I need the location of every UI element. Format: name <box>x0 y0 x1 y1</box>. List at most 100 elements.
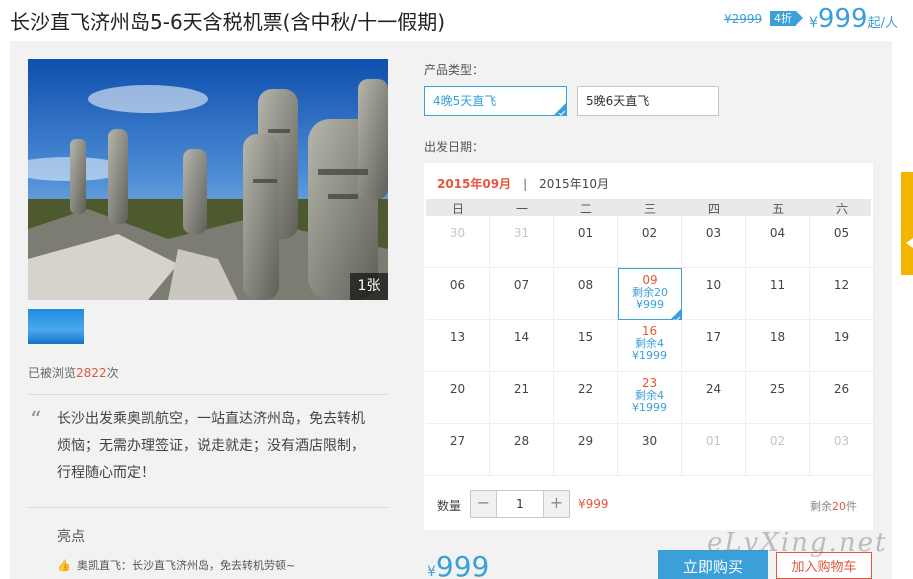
calendar-day: 30 <box>426 216 490 268</box>
day-number: 30 <box>641 434 658 448</box>
day-number: 17 <box>705 330 722 344</box>
weekday-label: 日 <box>451 202 464 216</box>
calendar-day: 06 <box>426 268 490 320</box>
day-number: 22 <box>577 382 594 396</box>
day-number: 03 <box>833 434 850 448</box>
day-number: 13 <box>449 330 466 344</box>
calendar-day: 19 <box>810 320 874 372</box>
calendar-day[interactable]: 16 剩余4 ¥1999 <box>618 320 682 372</box>
side-toolbar-tab[interactable] <box>901 172 913 275</box>
calendar-day: 15 <box>554 320 618 372</box>
day-number: 02 <box>641 226 658 240</box>
day-number: 08 <box>577 278 594 292</box>
month-separator: | <box>523 177 528 191</box>
unit-price: ¥999 <box>578 497 609 511</box>
stock-suffix: 件 <box>846 500 857 513</box>
day-number: 31 <box>513 226 530 240</box>
views-number: 2822 <box>76 366 107 380</box>
day-number: 01 <box>705 434 722 448</box>
quantity-input[interactable]: 1 <box>497 491 543 517</box>
day-number: 09 <box>642 273 658 287</box>
weekday-header: 日一二三四五六 <box>426 199 871 216</box>
calendar-day: 26 <box>810 372 874 424</box>
calendar-day: 30 <box>618 424 682 476</box>
product-type-label: 产品类型： <box>424 63 485 77</box>
day-price: ¥1999 <box>632 401 667 414</box>
day-number: 15 <box>577 330 594 344</box>
stock-prefix: 剩余 <box>810 500 832 513</box>
product-type-option-4n5d[interactable]: 4晚5天直飞 <box>424 86 567 116</box>
calendar-day: 03 <box>810 424 874 476</box>
calendar-day: 07 <box>490 268 554 320</box>
day-number: 20 <box>449 382 466 396</box>
highlight-text: 奥凯直飞：长沙直飞济州岛，免去转机劳顿~ <box>77 559 296 572</box>
original-price: ¥2999 <box>724 12 763 26</box>
main-photo[interactable]: 1张 <box>28 59 388 300</box>
highlight-item: 👍 奥凯直飞：长沙直飞济州岛，免去转机劳顿~ <box>57 557 295 573</box>
photo-thumbnail[interactable] <box>28 309 84 344</box>
calendar-day: 13 <box>426 320 490 372</box>
calendar-day: 03 <box>682 216 746 268</box>
day-number: 14 <box>513 330 530 344</box>
calendar-day: 01 <box>682 424 746 476</box>
day-number: 18 <box>769 330 786 344</box>
calendar-day: 14 <box>490 320 554 372</box>
month-switcher: 2015年09月 | 2015年10月 <box>437 175 609 192</box>
views-prefix: 已被浏览 <box>28 366 77 380</box>
day-number: 05 <box>833 226 850 240</box>
calendar-day: 05 <box>810 216 874 268</box>
day-number: 11 <box>769 278 786 292</box>
page-title: 长沙直飞济州岛5-6天含税机票(含中秋/十一假期) <box>10 10 446 34</box>
month-tab-oct-2015[interactable]: 2015年10月 <box>539 177 609 191</box>
quote-icon: “ <box>30 408 42 433</box>
total-price: ¥999 <box>427 550 489 579</box>
highlights-title: 亮点 <box>57 529 85 545</box>
day-price: ¥1999 <box>632 349 667 362</box>
stone-statues-photo <box>28 59 388 300</box>
divider <box>28 507 388 508</box>
month-tab-sep-2015[interactable]: 2015年09月 <box>437 177 511 191</box>
day-number: 07 <box>513 278 530 292</box>
views-suffix: 次 <box>106 366 119 380</box>
quantity-increase-button[interactable]: + <box>543 491 569 517</box>
weekday-label: 五 <box>771 202 784 216</box>
day-number: 10 <box>705 278 722 292</box>
weekday-label: 一 <box>515 202 528 216</box>
calendar-day: 08 <box>554 268 618 320</box>
weekday-label: 六 <box>835 202 848 216</box>
calendar-day: 04 <box>746 216 810 268</box>
calendar-day: 20 <box>426 372 490 424</box>
selected-check-icon <box>554 103 566 115</box>
day-number: 28 <box>513 434 530 448</box>
selected-check-icon <box>671 309 681 319</box>
day-number: 04 <box>769 226 786 240</box>
day-number: 26 <box>833 382 850 396</box>
calendar-day: 27 <box>426 424 490 476</box>
current-price: ¥999起/人 <box>809 4 898 34</box>
day-number: 02 <box>769 434 786 448</box>
divider <box>28 394 388 395</box>
departure-calendar: 2015年09月 | 2015年10月 日 一 二 三 四 五 六 30 31 01 02 03 04 05… <box>424 163 874 530</box>
calendar-day[interactable]: 23 剩余4 ¥1999 <box>618 372 682 424</box>
view-count: 已被浏览2822次 <box>28 364 119 381</box>
calendar-day: 28 <box>490 424 554 476</box>
price-currency: ¥ <box>809 15 818 31</box>
weekday-label: 三 <box>643 202 656 216</box>
calendar-day: 17 <box>682 320 746 372</box>
day-number: 23 <box>641 376 658 390</box>
calendar-day: 29 <box>554 424 618 476</box>
calendar-day: 24 <box>682 372 746 424</box>
day-number: 01 <box>577 226 594 240</box>
stock-remaining: 剩余20件 <box>810 498 857 514</box>
option-label: 4晚5天直飞 <box>433 94 497 108</box>
page-header: 长沙直飞济州岛5-6天含税机票(含中秋/十一假期) ¥2999 4折 ¥999起… <box>0 0 913 40</box>
quantity-decrease-button[interactable]: − <box>471 491 497 517</box>
day-number: 24 <box>705 382 722 396</box>
day-number: 25 <box>769 382 786 396</box>
calendar-day: 10 <box>682 268 746 320</box>
calendar-day: 02 <box>746 424 810 476</box>
photo-count-badge: 1张 <box>350 273 388 300</box>
product-type-option-5n6d[interactable]: 5晚6天直飞 <box>577 86 719 116</box>
calendar-day[interactable]: 09 剩余20 ¥999 <box>618 268 682 320</box>
day-number: 19 <box>833 330 850 344</box>
